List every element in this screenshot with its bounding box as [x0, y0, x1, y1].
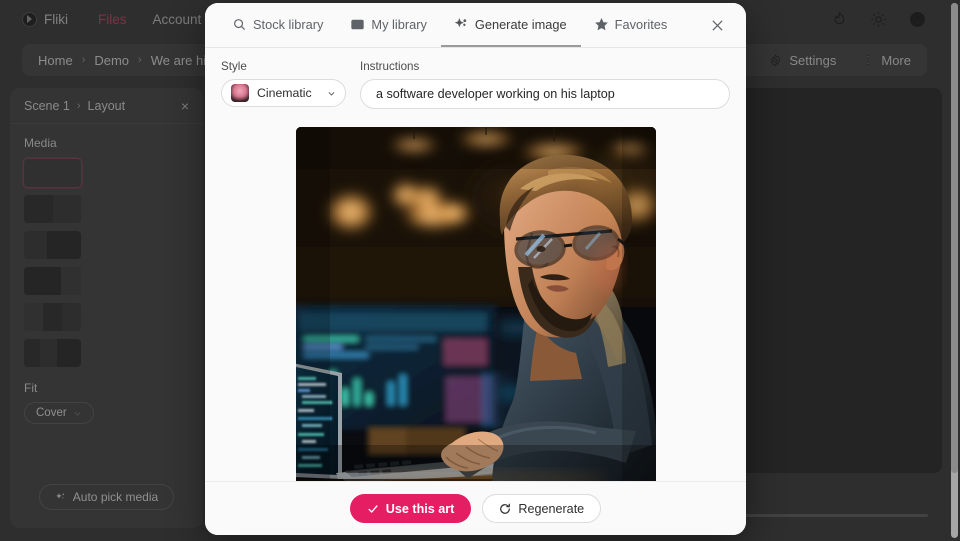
tab-label: My library [371, 16, 427, 32]
app-root: Fliki Files Account Home › Demo › We are… [0, 0, 960, 541]
use-this-art-button[interactable]: Use this art [349, 494, 472, 523]
use-this-art-label: Use this art [385, 501, 455, 516]
instructions-control: Instructions [360, 60, 730, 109]
instructions-label: Instructions [360, 60, 420, 73]
close-modal-button[interactable] [697, 3, 732, 47]
chevron-down-icon [328, 91, 335, 96]
check-icon [368, 504, 378, 513]
style-preview-thumb-icon [231, 84, 249, 102]
generate-image-modal: Stock library My library Generate image … [205, 3, 746, 535]
regenerate-label: Regenerate [518, 501, 585, 516]
tab-generate-image[interactable]: Generate image [440, 3, 581, 47]
modal-controls: Style Cinematic Instructions [205, 48, 746, 119]
regenerate-button[interactable]: Regenerate [482, 494, 602, 523]
sparkle-icon [454, 17, 467, 27]
tab-label: Stock library [253, 16, 324, 32]
tab-favorites[interactable]: Favorites [581, 3, 682, 47]
generated-image-canvas [295, 127, 656, 481]
generated-image[interactable] [295, 127, 656, 481]
modal-tab-bar: Stock library My library Generate image … [205, 3, 746, 48]
modal-footer: Use this art Regenerate [205, 481, 746, 535]
style-value: Cinematic [257, 86, 312, 100]
generated-art-area [205, 119, 746, 481]
tab-label: Generate image [474, 16, 567, 32]
refresh-icon [500, 503, 511, 514]
tab-my-library[interactable]: My library [337, 3, 440, 47]
search-icon [234, 18, 246, 30]
instructions-input[interactable] [360, 79, 730, 109]
tab-stock-library[interactable]: Stock library [219, 3, 337, 47]
style-select[interactable]: Cinematic [221, 79, 346, 107]
style-label: Style [221, 60, 247, 73]
image-icon [351, 19, 365, 29]
star-icon [594, 17, 608, 30]
tab-label: Favorites [614, 16, 668, 32]
close-icon [712, 19, 723, 31]
style-control: Style Cinematic [221, 60, 346, 109]
